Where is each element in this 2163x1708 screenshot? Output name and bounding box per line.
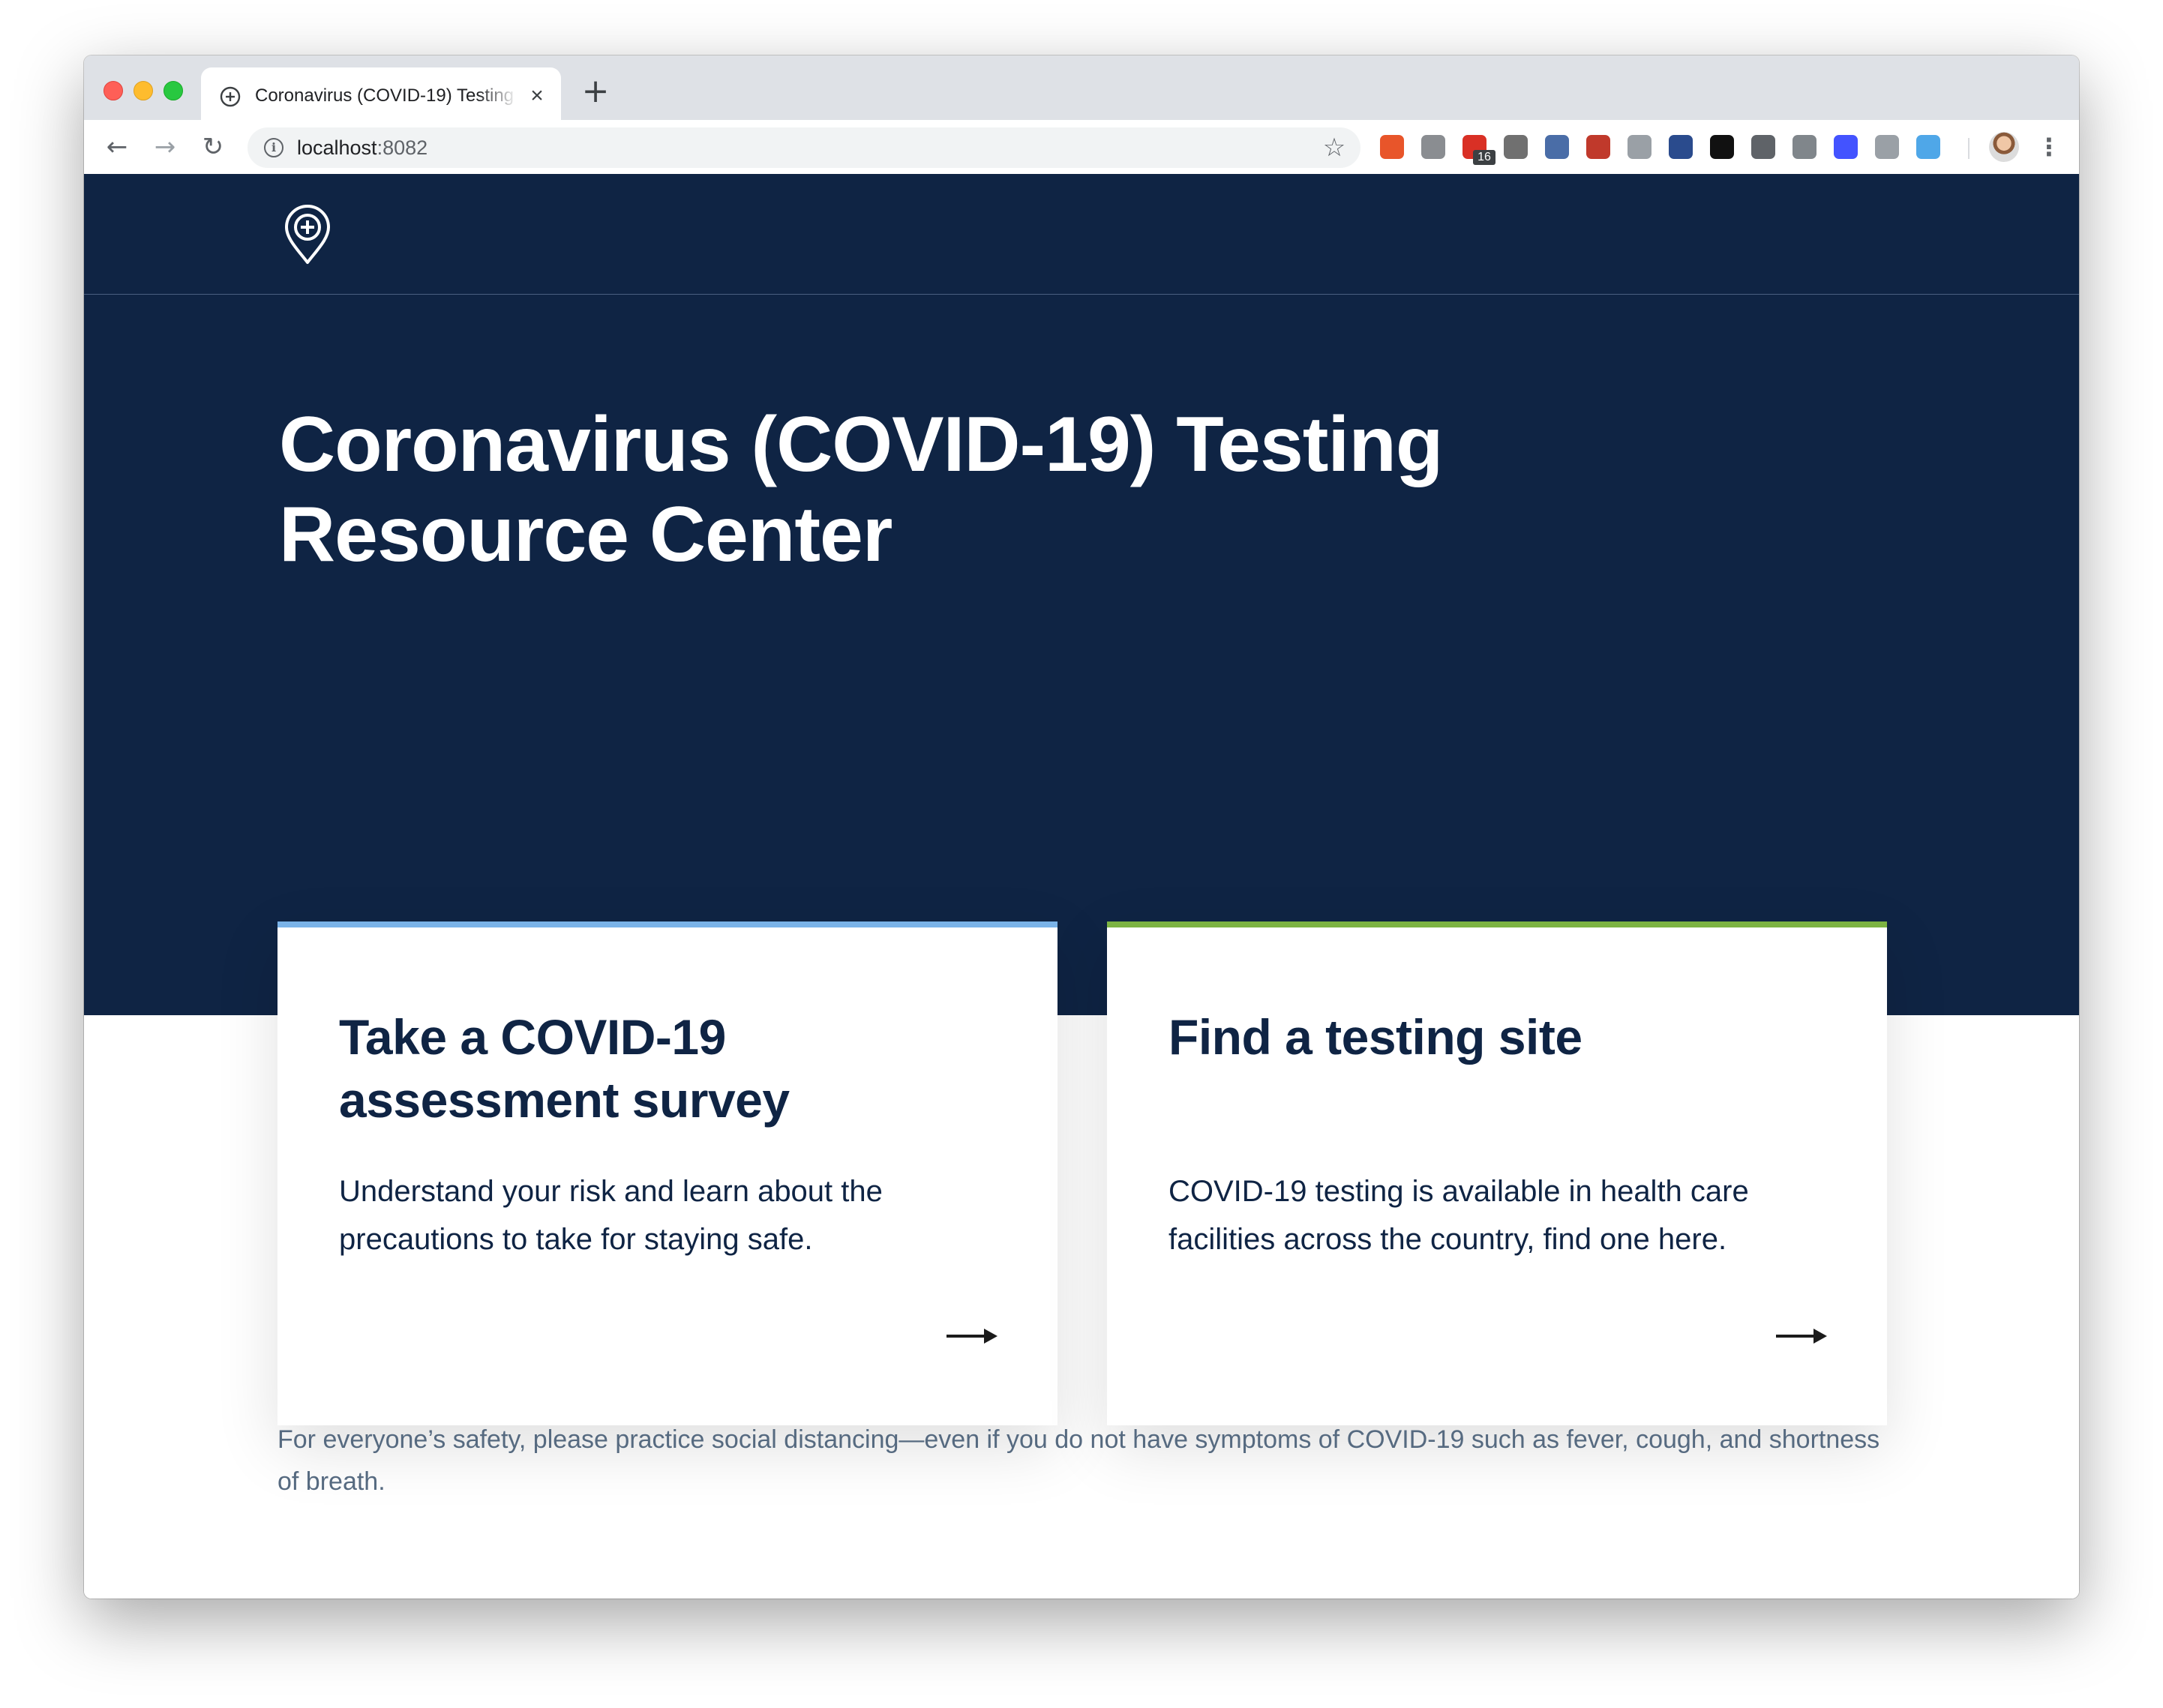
site-header — [84, 174, 2079, 295]
window-maximize-button[interactable] — [164, 81, 183, 100]
assessment-survey-card[interactable]: Take a COVID-19 assessment survey Unders… — [278, 921, 1058, 1425]
lighthouse-ext-icon[interactable] — [1380, 135, 1404, 159]
map-pin-plus-icon — [220, 86, 241, 107]
forward-arrow-icon[interactable]: → — [148, 130, 182, 163]
satellite-ext-icon[interactable] — [1545, 135, 1569, 159]
testing-site-card[interactable]: Find a testing site COVID-19 testing is … — [1107, 921, 1887, 1425]
browser-window: Coronavirus (COVID-19) Testing Resource … — [84, 55, 2079, 1599]
page-title: Coronavirus (COVID-19) Testing Resource … — [279, 401, 1443, 578]
extension-badge: 16 — [1473, 150, 1496, 165]
card-title: Find a testing site — [1168, 1009, 1582, 1065]
url-text[interactable]: localhost:8082 — [297, 135, 428, 160]
check-ext-icon[interactable] — [1916, 135, 1940, 159]
tab-title: Coronavirus (COVID-19) Testing Resource … — [255, 85, 518, 106]
map-pin-plus-icon[interactable] — [282, 202, 333, 265]
site-info-icon[interactable]: i — [264, 138, 284, 157]
window-close-button[interactable] — [104, 81, 123, 100]
hero-banner: Coronavirus (COVID-19) Testing Resource … — [84, 295, 2079, 1015]
onepassword-ext-icon[interactable] — [1710, 135, 1734, 159]
card-description: Understand your risk and learn about the… — [339, 1175, 883, 1256]
arrow-right-icon[interactable] — [946, 1326, 999, 1346]
arrow-right-icon[interactable] — [1776, 1326, 1828, 1346]
window-ext-icon[interactable] — [1669, 135, 1693, 159]
window-minimize-button[interactable] — [134, 81, 153, 100]
tab-strip: Coronavirus (COVID-19) Testing Resource … — [84, 55, 2079, 120]
ghost-ext-icon[interactable] — [1751, 135, 1775, 159]
page-viewport: Coronavirus (COVID-19) Testing Resource … — [84, 174, 2079, 1599]
gear-ext-icon[interactable] — [1421, 135, 1445, 159]
back-arrow-icon[interactable]: ← — [100, 130, 134, 163]
browser-tab[interactable]: Coronavirus (COVID-19) Testing Resource … — [201, 67, 561, 120]
avatar[interactable] — [1989, 132, 2019, 162]
close-tab-icon[interactable]: × — [524, 82, 550, 109]
calendar-ext-icon[interactable]: 16 — [1462, 135, 1496, 165]
reload-icon[interactable]: ↻ — [196, 130, 230, 163]
shield-ext-icon[interactable] — [1875, 135, 1899, 159]
new-tab-button[interactable]: + — [579, 75, 612, 109]
camera-ext-icon[interactable] — [1792, 135, 1816, 159]
browser-toolbar: ← → ↻ i localhost:8082 ☆ 16 ⋮ — [84, 120, 2079, 175]
address-bar[interactable]: i localhost:8082 ☆ — [248, 127, 1360, 168]
v-ext-icon[interactable] — [1834, 135, 1858, 159]
toolbar-divider — [1968, 138, 1970, 159]
red-square-ext-icon[interactable] — [1586, 135, 1610, 159]
tomato-ext-icon[interactable] — [1504, 135, 1528, 159]
page-ext-icon[interactable] — [1628, 135, 1652, 159]
star-icon[interactable]: ☆ — [1320, 133, 1348, 162]
menu-icon[interactable]: ⋮ — [2037, 132, 2061, 162]
card-description: COVID-19 testing is available in health … — [1168, 1175, 1749, 1256]
card-title: Take a COVID-19 assessment survey — [339, 1009, 790, 1128]
safety-notice: For everyone’s safety, please practice s… — [278, 1425, 1880, 1496]
